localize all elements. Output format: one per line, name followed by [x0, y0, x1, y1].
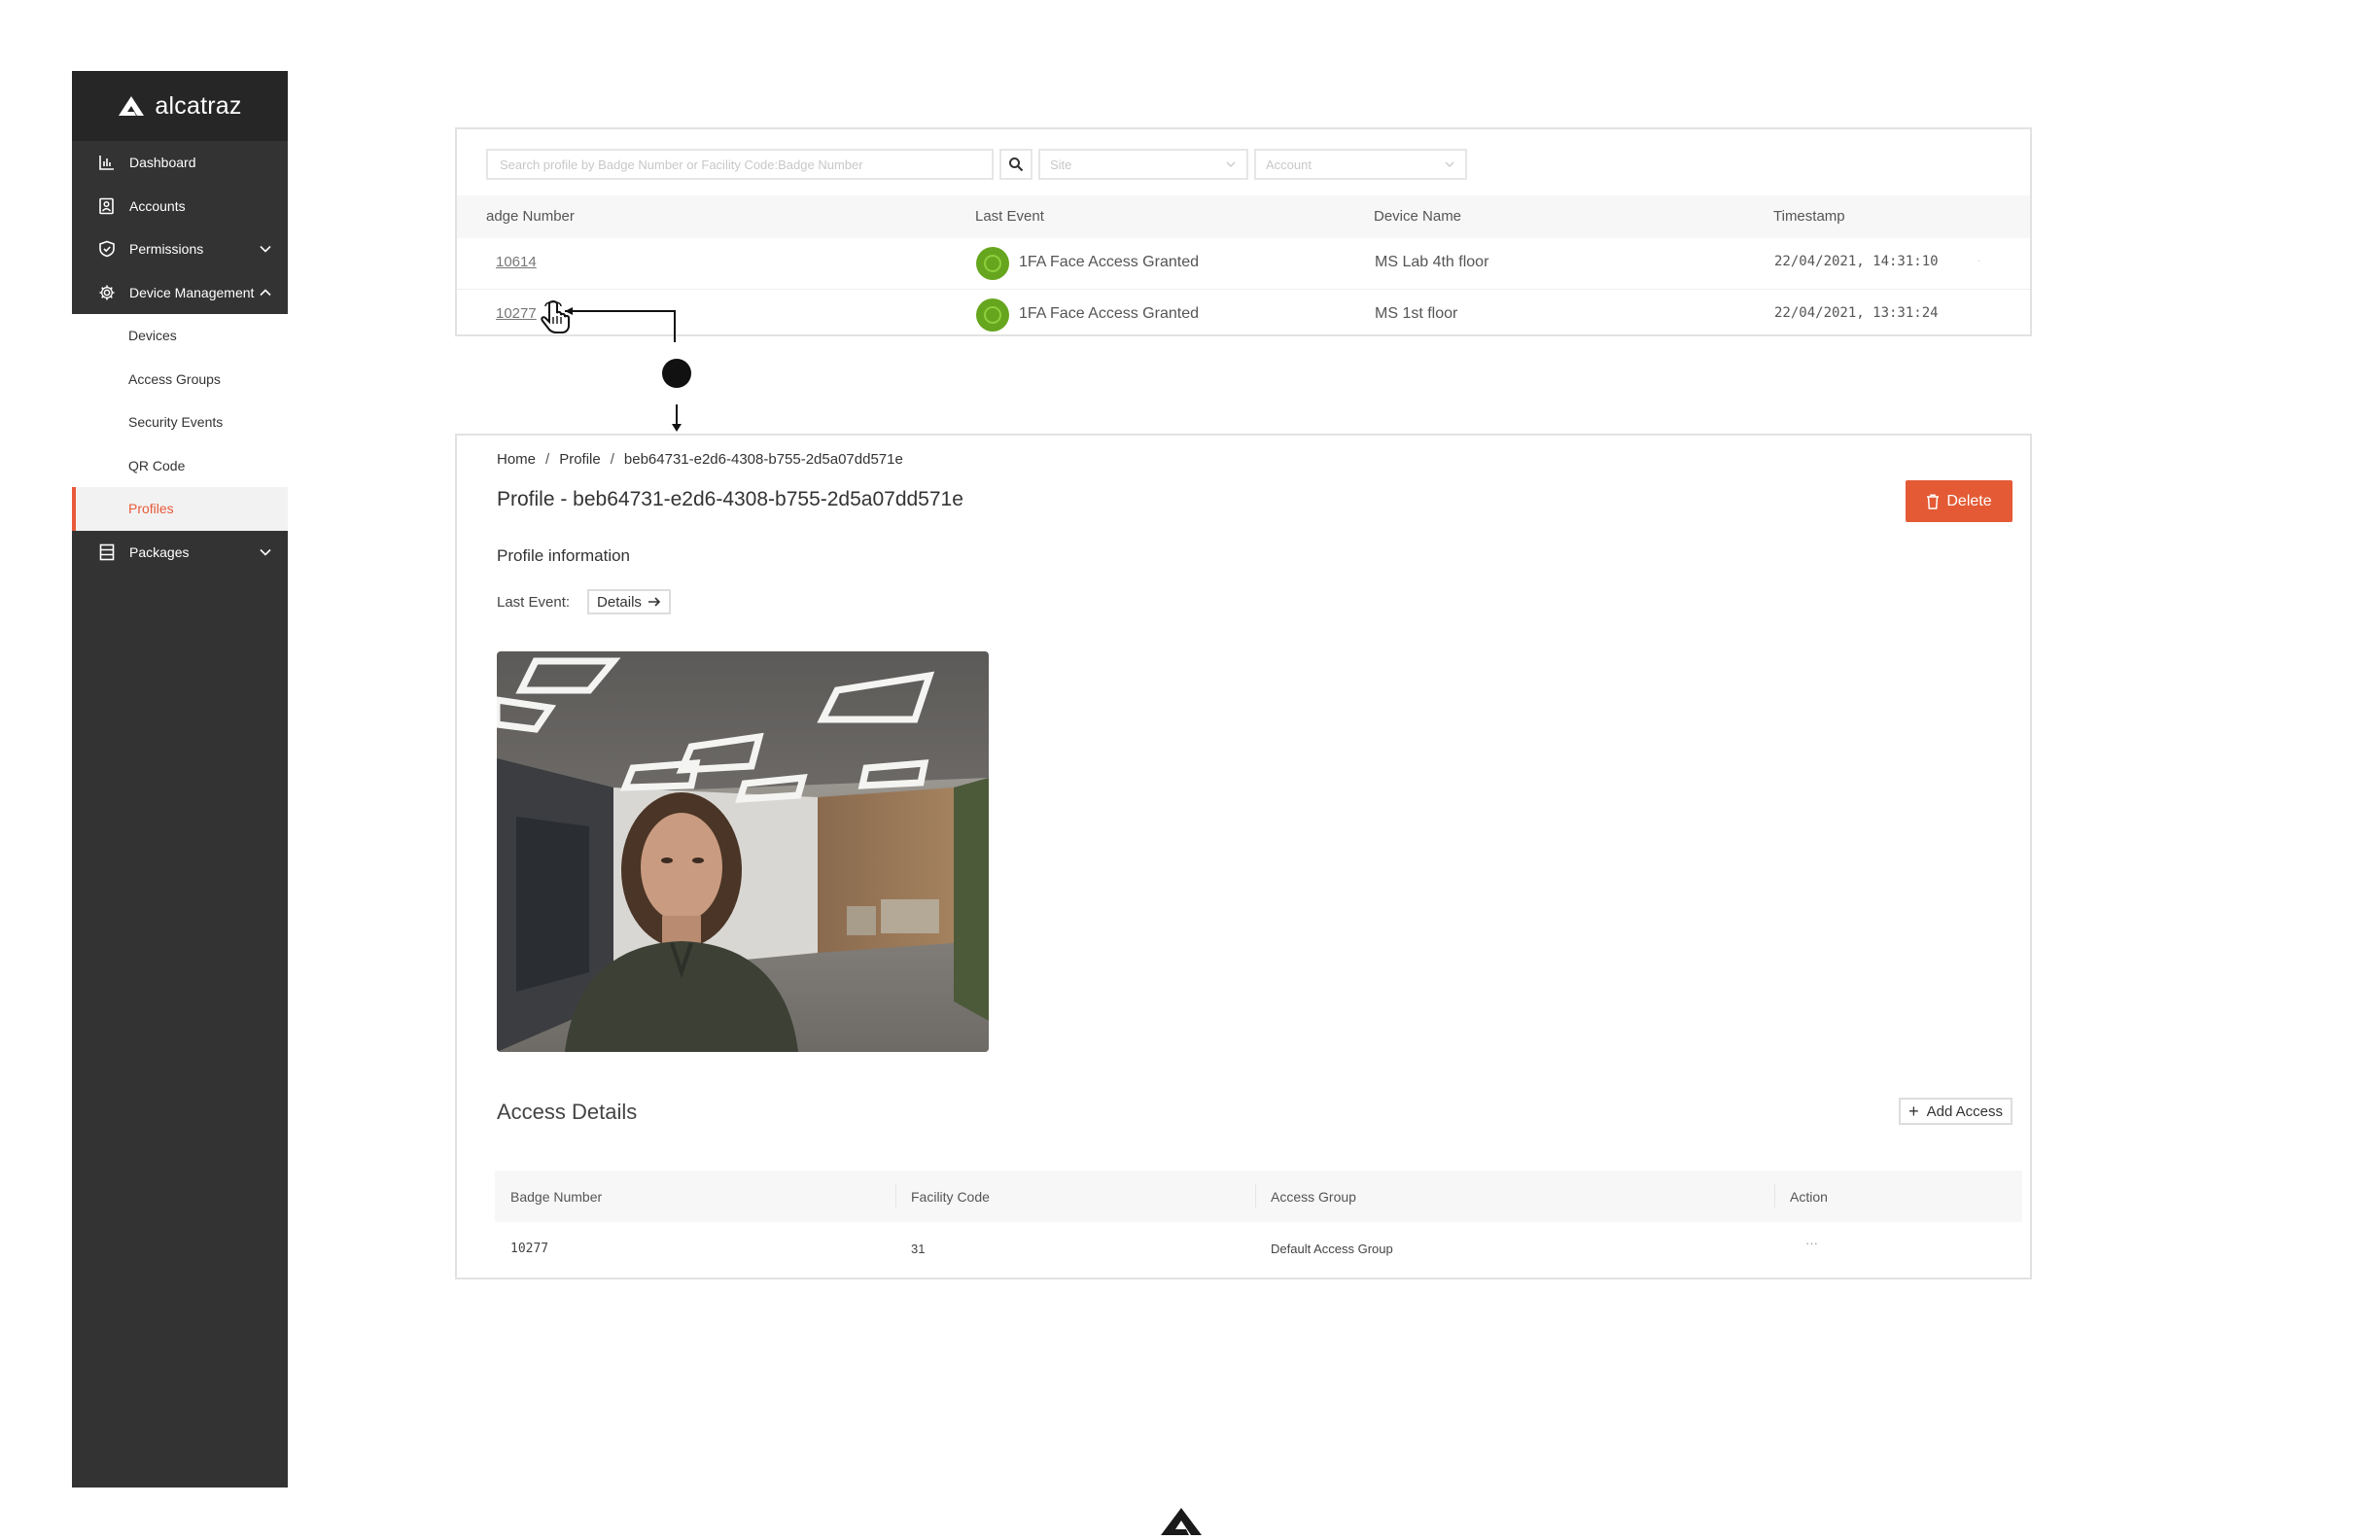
- sidebar-item-qr-code[interactable]: QR Code: [72, 444, 288, 488]
- column-divider: [1255, 1184, 1256, 1208]
- sidebar-item-security-events[interactable]: Security Events: [72, 401, 288, 444]
- last-event-label: Last Event:: [497, 593, 571, 611]
- breadcrumb-current: beb64731-e2d6-4308-b755-2d5a07dd571e: [623, 451, 903, 468]
- sidebar: alcatraz Dashboard Accounts Permissions: [72, 71, 288, 1488]
- header-timestamp[interactable]: Timestamp: [1773, 208, 1845, 225]
- header-badge-number: Badge Number: [510, 1189, 603, 1205]
- access-badge-number: 10277: [510, 1242, 549, 1256]
- chevron-down-icon: [1226, 161, 1236, 168]
- chevron-down-icon: [260, 246, 271, 253]
- alcatraz-logo-icon: [119, 96, 145, 116]
- access-facility-code: 31: [911, 1242, 926, 1256]
- row-actions-menu[interactable]: ···: [1805, 1236, 1818, 1250]
- plus-icon: +: [1908, 1102, 1919, 1121]
- header-device-name[interactable]: Device Name: [1374, 208, 1461, 225]
- add-access-button[interactable]: + Add Access: [1899, 1098, 2012, 1125]
- breadcrumb-profile[interactable]: Profile: [559, 451, 601, 468]
- sidebar-item-accounts[interactable]: Accounts: [72, 185, 288, 228]
- sidebar-item-label: Packages: [129, 543, 190, 560]
- search-icon: [1009, 158, 1024, 172]
- page-title: Profile - beb64731-e2d6-4308-b755-2d5a07…: [497, 488, 963, 510]
- site-select[interactable]: Site: [1038, 149, 1248, 180]
- account-select-value: Account: [1266, 157, 1312, 172]
- delete-button-label: Delete: [1946, 492, 1992, 509]
- last-event-text: 1FA Face Access Granted: [1019, 254, 1199, 270]
- device-management-submenu: Devices Access Groups Security Events QR…: [72, 314, 288, 531]
- breadcrumb-home[interactable]: Home: [497, 451, 536, 468]
- status-granted-icon: [976, 298, 1009, 332]
- header-badge-number[interactable]: adge Number: [486, 208, 575, 225]
- last-event-row: Last Event: Details: [497, 589, 671, 614]
- device-name: MS Lab 4th floor: [1375, 254, 1489, 270]
- step-marker-icon: [662, 359, 691, 388]
- timestamp: 22/04/2021, 14:31:10: [1774, 254, 1939, 269]
- search-input[interactable]: Search profile by Badge Number or Facili…: [486, 149, 994, 180]
- sidebar-item-label: Accounts: [129, 197, 186, 214]
- events-table-header: adge Number Last Event Device Name Times…: [457, 195, 2030, 238]
- header-last-event[interactable]: Last Event: [975, 208, 1044, 225]
- brand-name: alcatraz: [155, 91, 242, 120]
- sidebar-item-permissions[interactable]: Permissions: [72, 228, 288, 271]
- bar-chart-icon: [96, 152, 118, 173]
- badge-number-link[interactable]: 10614: [496, 254, 537, 270]
- add-access-button-label: Add Access: [1926, 1102, 2003, 1120]
- header-access-group: Access Group: [1271, 1189, 1356, 1205]
- alcatraz-footer-logo-icon: [1161, 1508, 1202, 1535]
- last-event-text: 1FA Face Access Granted: [1019, 305, 1199, 322]
- accounts-icon: [96, 195, 118, 217]
- access-details-title: Access Details: [497, 1100, 638, 1124]
- device-name: MS 1st floor: [1375, 305, 1458, 322]
- sidebar-item-devices[interactable]: Devices: [72, 314, 288, 358]
- header-facility-code: Facility Code: [911, 1189, 990, 1205]
- search-button[interactable]: [999, 149, 1032, 180]
- access-table-header: Badge Number Facility Code Access Group …: [495, 1171, 2022, 1222]
- column-divider: [895, 1184, 896, 1208]
- shield-icon: [96, 238, 118, 260]
- breadcrumb: Home / Profile / beb64731-e2d6-4308-b755…: [497, 451, 903, 468]
- arrow-right-icon: [648, 597, 661, 607]
- chevron-down-icon: [1445, 161, 1454, 168]
- row-menu-icon[interactable]: ·: [1977, 252, 1981, 267]
- chevron-down-icon: [260, 548, 271, 556]
- packages-icon: [96, 542, 118, 563]
- delete-button[interactable]: Delete: [1906, 480, 2012, 522]
- header-action: Action: [1790, 1189, 1828, 1205]
- sidebar-item-device-management[interactable]: Device Management: [72, 271, 288, 315]
- profile-card: Home / Profile / beb64731-e2d6-4308-b755…: [455, 434, 2032, 1279]
- breadcrumb-separator: /: [610, 451, 614, 468]
- site-select-value: Site: [1050, 157, 1072, 172]
- hand-pointer-cursor-icon: [541, 300, 570, 333]
- trash-icon: [1927, 493, 1940, 509]
- sidebar-item-label: Dashboard: [129, 155, 196, 171]
- sidebar-item-access-groups[interactable]: Access Groups: [72, 358, 288, 402]
- sidebar-item-profiles[interactable]: Profiles: [72, 487, 288, 531]
- sidebar-item-dashboard[interactable]: Dashboard: [72, 141, 288, 185]
- details-button[interactable]: Details: [587, 589, 671, 614]
- details-button-label: Details: [597, 593, 642, 611]
- sidebar-item-label: Permissions: [129, 241, 204, 258]
- table-row: 10277 31 Default Access Group ···: [495, 1222, 2022, 1276]
- filter-bar: Search profile by Badge Number or Facili…: [486, 149, 1467, 180]
- profile-photo: [497, 651, 989, 1052]
- access-group-name: Default Access Group: [1271, 1242, 1393, 1256]
- sidebar-item-packages[interactable]: Packages: [72, 531, 288, 575]
- breadcrumb-separator: /: [545, 451, 550, 468]
- chevron-up-icon: [260, 289, 271, 296]
- sidebar-item-label: Device Management: [129, 284, 255, 300]
- status-granted-icon: [976, 247, 1009, 280]
- column-divider: [1774, 1184, 1775, 1208]
- timestamp: 22/04/2021, 13:31:24: [1774, 305, 1939, 321]
- flow-connector: [541, 300, 691, 432]
- profile-information-title: Profile information: [497, 546, 631, 565]
- gear-icon: [96, 282, 118, 303]
- account-select[interactable]: Account: [1254, 149, 1467, 180]
- brand-logo[interactable]: alcatraz: [72, 71, 288, 141]
- table-row[interactable]: 10614 1FA Face Access Granted MS Lab 4th…: [457, 238, 2030, 290]
